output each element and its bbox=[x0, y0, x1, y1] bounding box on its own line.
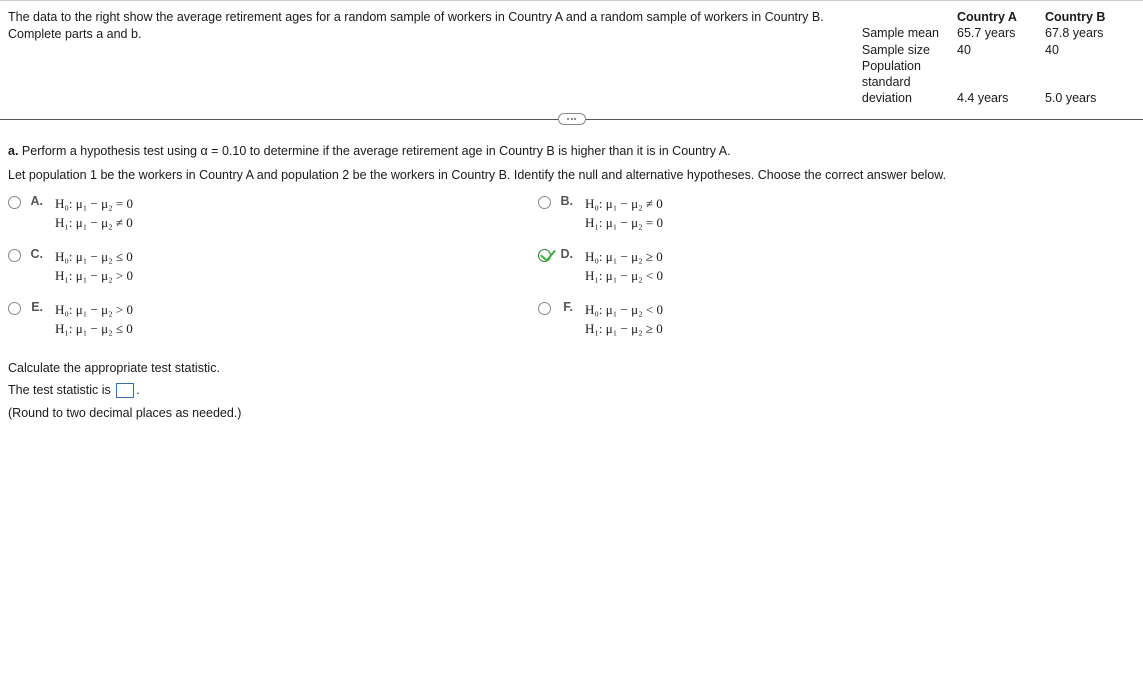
problem-header: The data to the right show the average r… bbox=[0, 0, 1143, 115]
radio-option-b[interactable] bbox=[538, 196, 551, 209]
options-grid: A. H₀: μ₁ − μ₂ = 0H₁: μ₁ − μ₂ ≠ 0 B. H₀: μ₁… bbox=[8, 194, 1028, 339]
radio-option-c[interactable] bbox=[8, 249, 21, 262]
hypotheses: H₀: μ₁ − μ₂ < 0H₁: μ₁ − μ₂ ≥ 0 bbox=[585, 300, 663, 339]
option-d[interactable]: D. H₀: μ₁ − μ₂ ≥ 0H₁: μ₁ − μ₂ < 0 bbox=[538, 247, 1028, 286]
calc-prompt: Calculate the appropriate test statistic… bbox=[8, 361, 1135, 375]
col-b-header: Country B bbox=[1045, 9, 1115, 25]
h1-line: H₁: μ₁ − μ₂ ≠ 0 bbox=[55, 213, 133, 233]
h1-line: H₁: μ₁ − μ₂ > 0 bbox=[55, 266, 133, 286]
col-a-header: Country A bbox=[957, 9, 1027, 25]
radio-option-d[interactable] bbox=[538, 249, 551, 262]
h0-line: H₀: μ₁ − μ₂ > 0 bbox=[55, 300, 133, 320]
calc-section: Calculate the appropriate test statistic… bbox=[8, 361, 1135, 420]
row-label-psd-1: Population bbox=[862, 58, 939, 74]
option-a[interactable]: A. H₀: μ₁ − μ₂ = 0H₁: μ₁ − μ₂ ≠ 0 bbox=[8, 194, 498, 233]
part-a-label: a. bbox=[8, 144, 18, 158]
h0-line: H₀: μ₁ − μ₂ < 0 bbox=[585, 300, 663, 320]
radio-option-f[interactable] bbox=[538, 302, 551, 315]
problem-statement: The data to the right show the average r… bbox=[8, 9, 842, 107]
h0-line: H₀: μ₁ − μ₂ ≥ 0 bbox=[585, 247, 663, 267]
test-statistic-line: The test statistic is . bbox=[8, 383, 1135, 398]
data-table: Sample mean Sample size Population stand… bbox=[862, 9, 1131, 107]
option-letter: D. bbox=[557, 247, 573, 261]
hypotheses: H₀: μ₁ − μ₂ > 0H₁: μ₁ − μ₂ ≤ 0 bbox=[55, 300, 133, 339]
h1-line: H₁: μ₁ − μ₂ = 0 bbox=[585, 213, 663, 233]
col-a-psd: 4.4 years bbox=[957, 90, 1027, 106]
hypotheses: H₀: μ₁ − μ₂ ≠ 0H₁: μ₁ − μ₂ = 0 bbox=[585, 194, 663, 233]
col-b-mean: 67.8 years bbox=[1045, 25, 1115, 41]
h1-line: H₁: μ₁ − μ₂ ≥ 0 bbox=[585, 319, 663, 339]
col-b-psd: 5.0 years bbox=[1045, 90, 1115, 106]
option-e[interactable]: E. H₀: μ₁ − μ₂ > 0H₁: μ₁ − μ₂ ≤ 0 bbox=[8, 300, 498, 339]
h0-line: H₀: μ₁ − μ₂ ≤ 0 bbox=[55, 247, 133, 267]
col-a-mean: 65.7 years bbox=[957, 25, 1027, 41]
col-a-size: 40 bbox=[957, 42, 1027, 58]
hypotheses: H₀: μ₁ − μ₂ ≥ 0H₁: μ₁ − μ₂ < 0 bbox=[585, 247, 663, 286]
section-divider bbox=[0, 119, 1143, 120]
round-note: (Round to two decimal places as needed.) bbox=[8, 406, 1135, 420]
hypotheses: H₀: μ₁ − μ₂ ≤ 0H₁: μ₁ − μ₂ > 0 bbox=[55, 247, 133, 286]
hypotheses: H₀: μ₁ − μ₂ = 0H₁: μ₁ − μ₂ ≠ 0 bbox=[55, 194, 133, 233]
option-letter: E. bbox=[27, 300, 43, 314]
data-row-labels: Sample mean Sample size Population stand… bbox=[862, 9, 939, 107]
row-label-psd-2: standard bbox=[862, 74, 939, 90]
option-letter: C. bbox=[27, 247, 43, 261]
h1-line: H₁: μ₁ − μ₂ < 0 bbox=[585, 266, 663, 286]
option-letter: B. bbox=[557, 194, 573, 208]
h0-line: H₀: μ₁ − μ₂ = 0 bbox=[55, 194, 133, 214]
option-letter: A. bbox=[27, 194, 43, 208]
test-statistic-input[interactable] bbox=[116, 383, 134, 398]
option-f[interactable]: F. H₀: μ₁ − μ₂ < 0H₁: μ₁ − μ₂ ≥ 0 bbox=[538, 300, 1028, 339]
radio-option-e[interactable] bbox=[8, 302, 21, 315]
option-c[interactable]: C. H₀: μ₁ − μ₂ ≤ 0H₁: μ₁ − μ₂ > 0 bbox=[8, 247, 498, 286]
h0-line: H₀: μ₁ − μ₂ ≠ 0 bbox=[585, 194, 663, 214]
radio-option-a[interactable] bbox=[8, 196, 21, 209]
part-a-prompt-1: a. Perform a hypothesis test using α = 0… bbox=[8, 144, 1135, 158]
data-col-country-b: Country B 67.8 years 40 5.0 years bbox=[1045, 9, 1115, 107]
row-label-psd-3: deviation bbox=[862, 90, 939, 106]
option-b[interactable]: B. H₀: μ₁ − μ₂ ≠ 0H₁: μ₁ − μ₂ = 0 bbox=[538, 194, 1028, 233]
content-area: a. Perform a hypothesis test using α = 0… bbox=[0, 144, 1143, 420]
part-a-prompt-2: Let population 1 be the workers in Count… bbox=[8, 168, 1135, 182]
row-label-size: Sample size bbox=[862, 42, 939, 58]
col-b-size: 40 bbox=[1045, 42, 1115, 58]
expand-icon[interactable] bbox=[558, 113, 586, 125]
h1-line: H₁: μ₁ − μ₂ ≤ 0 bbox=[55, 319, 133, 339]
row-label-mean: Sample mean bbox=[862, 25, 939, 41]
option-letter: F. bbox=[557, 300, 573, 314]
data-col-country-a: Country A 65.7 years 40 4.4 years bbox=[957, 9, 1027, 107]
